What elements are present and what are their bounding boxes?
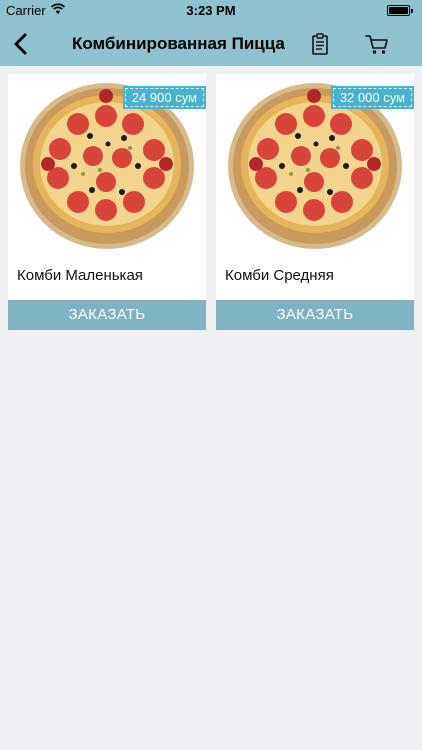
status-bar: Carrier 3:23 PM <box>0 0 422 22</box>
orders-button[interactable] <box>308 32 332 56</box>
product-card[interactable]: 24 900 сум Комби Маленькая ЗАКАЗАТЬ <box>8 74 206 330</box>
chevron-left-icon <box>14 33 27 55</box>
product-name: Комби Средняя <box>225 267 334 284</box>
back-button[interactable] <box>8 30 36 58</box>
battery-icon <box>387 5 413 16</box>
product-card[interactable]: 32 000 сум Комби Средняя ЗАКАЗАТЬ <box>216 74 414 330</box>
header: Carrier 3:23 PM Комбинированная Пицца <box>0 0 422 66</box>
price-tag: 24 900 сум <box>122 86 206 109</box>
clipboard-icon <box>312 33 328 55</box>
page-title: Комбинированная Пицца <box>72 34 285 53</box>
order-button[interactable]: ЗАКАЗАТЬ <box>216 300 414 330</box>
order-button[interactable]: ЗАКАЗАТЬ <box>8 300 206 330</box>
pizza-image: 24 900 сум <box>8 74 206 254</box>
nav-bar: Комбинированная Пицца <box>0 22 422 66</box>
cart-icon <box>365 35 388 54</box>
cart-button[interactable] <box>364 32 390 56</box>
status-time: 3:23 PM <box>186 3 236 18</box>
pizza-image: 32 000 сум <box>216 74 414 254</box>
product-name: Комби Маленькая <box>17 267 143 284</box>
price-tag: 32 000 сум <box>330 86 414 109</box>
